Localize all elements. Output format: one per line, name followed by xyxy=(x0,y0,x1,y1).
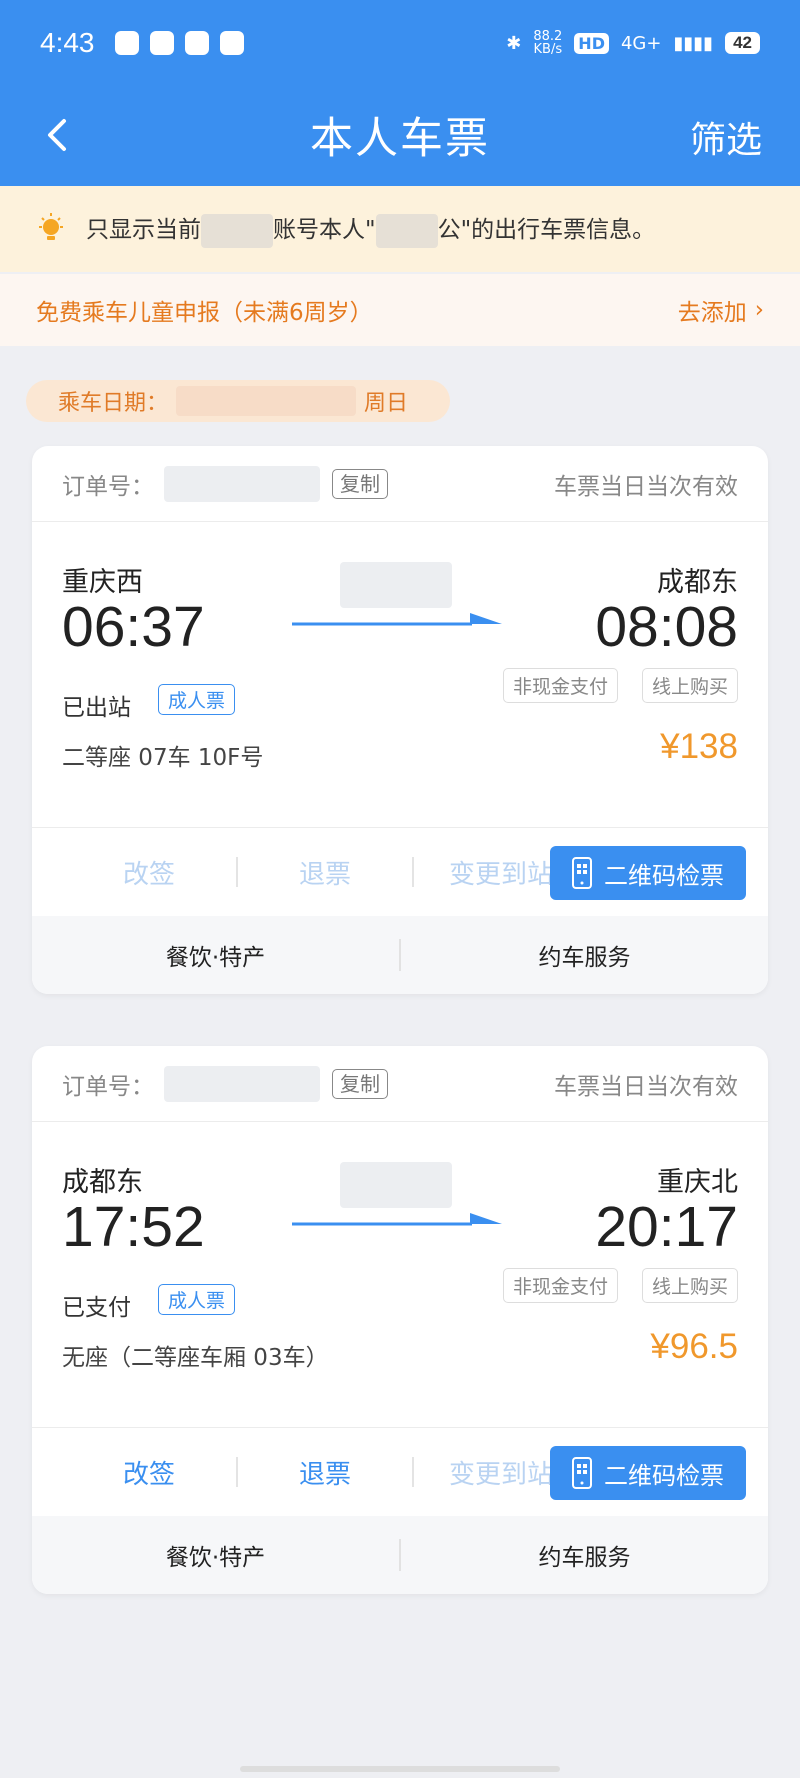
qr-check-in-button[interactable]: 二维码检票 xyxy=(550,1446,746,1500)
ticket-card: 订单号： 复制 车票当日当次有效 成都东 重庆北 17:52 20:17 已支付… xyxy=(32,1046,768,1594)
ticket-price: ¥138 xyxy=(660,727,738,766)
refund-button[interactable]: 退票 xyxy=(238,854,412,891)
status-right: ✱ 88.2 KB/s HD 4G+ ▮▮▮▮ 42 xyxy=(506,30,760,56)
ticket-type-badge: 成人票 xyxy=(158,1284,236,1315)
ticket-price: ¥96.5 xyxy=(650,1327,738,1366)
lightbulb-icon xyxy=(39,213,63,240)
service-bar: 餐饮·特产 约车服务 xyxy=(32,916,768,994)
food-specialty-link[interactable]: 餐饮·特产 xyxy=(32,938,399,972)
food-specialty-link[interactable]: 餐饮·特产 xyxy=(32,1538,399,1572)
qr-check-in-button[interactable]: 二维码检票 xyxy=(550,846,746,900)
purchase-channel-tag: 线上购买 xyxy=(641,1268,738,1303)
redacted-order-number xyxy=(164,465,320,502)
arrive-time: 08:08 xyxy=(595,595,738,659)
child-add-button[interactable]: 去添加 › xyxy=(678,293,764,327)
phone-icon xyxy=(572,1457,592,1489)
bluetooth-icon: ✱ xyxy=(506,32,522,54)
ticket-card: 订单号： 复制 车票当日当次有效 重庆西 成都东 06:37 08:08 已出站… xyxy=(32,446,768,994)
purchase-channel-tag: 线上购买 xyxy=(641,668,738,703)
arrow-right-icon xyxy=(292,613,502,626)
mail-icon xyxy=(184,31,209,55)
hd-icon: HD xyxy=(574,32,609,54)
ticket-status: 已出站 xyxy=(62,695,131,721)
service-bar: 餐饮·特产 约车服务 xyxy=(32,1516,768,1594)
ticket-status: 已支付 xyxy=(62,1295,131,1321)
order-label: 订单号： xyxy=(62,473,154,500)
redacted-train-number xyxy=(340,562,452,608)
ticket-route[interactable]: 成都东 重庆北 17:52 20:17 已支付 成人票 非现金支付 线上购买 无… xyxy=(32,1122,768,1428)
page-title: 本人车票 xyxy=(310,114,490,164)
change-ticket-button[interactable]: 改签 xyxy=(62,1454,236,1491)
notice-middle: 账号本人" xyxy=(273,217,376,244)
date-weekday: 周日 xyxy=(364,391,409,416)
seat-info: 无座（二等座车厢 03车） xyxy=(62,1345,329,1371)
home-indicator[interactable] xyxy=(240,1766,560,1772)
travel-date-pill: 乘车日期： 周日 xyxy=(26,380,450,422)
notice-prefix: 只显示当前 xyxy=(86,217,201,244)
order-label: 订单号： xyxy=(62,1073,154,1100)
redacted-order-number xyxy=(164,1065,320,1102)
redacted-date xyxy=(176,386,357,416)
car-service-link[interactable]: 约车服务 xyxy=(401,938,768,972)
app-notification-icon xyxy=(114,31,139,55)
battery-indicator: 42 xyxy=(725,32,760,54)
filter-button[interactable]: 筛选 xyxy=(690,111,762,163)
copy-button[interactable]: 复制 xyxy=(332,468,388,499)
qr-button-label: 二维码检票 xyxy=(604,1461,724,1490)
child-declaration-text: 免费乘车儿童申报（未满6周岁） xyxy=(36,300,373,326)
child-declaration-bar[interactable]: 免费乘车儿童申报（未满6周岁） 去添加 › xyxy=(0,274,800,346)
network-speed-unit: KB/s xyxy=(533,42,563,57)
app-notification-icon xyxy=(219,31,244,55)
payment-tag: 非现金支付 xyxy=(502,668,618,703)
phone-icon xyxy=(572,857,592,889)
car-service-link[interactable]: 约车服务 xyxy=(401,1538,768,1572)
ticket-actions: 改签 退票 变更到站 二维码检票 xyxy=(32,828,768,916)
signal-icon: ▮▮▮▮ xyxy=(673,32,714,54)
ticket-card-header: 订单号： 复制 车票当日当次有效 xyxy=(32,446,768,522)
notice-suffix: "的出行车票信息。 xyxy=(460,217,656,244)
notice-suffix-char: 公 xyxy=(437,217,461,244)
redacted-block xyxy=(201,213,273,248)
seat-info: 二等座 07车 10F号 xyxy=(62,745,264,771)
chevron-right-icon: › xyxy=(754,297,764,323)
valid-text: 车票当日当次有效 xyxy=(554,1073,738,1100)
ticket-type-badge: 成人票 xyxy=(158,684,236,715)
status-bar: 4:43 ✱ 88.2 KB/s HD 4G+ ▮▮▮▮ 42 xyxy=(0,0,800,86)
redacted-block xyxy=(375,213,438,248)
date-label: 乘车日期： xyxy=(58,391,169,416)
qr-button-label: 二维码检票 xyxy=(604,861,724,890)
payment-tag: 非现金支付 xyxy=(502,1268,618,1303)
arrive-time: 20:17 xyxy=(595,1195,738,1259)
nav-bar: 本人车票 筛选 xyxy=(0,95,800,175)
app-header: 4:43 ✱ 88.2 KB/s HD 4G+ ▮▮▮▮ 42 本人车票 筛选 xyxy=(0,0,800,186)
copy-button[interactable]: 复制 xyxy=(332,1068,388,1099)
depart-time: 06:37 xyxy=(62,595,205,659)
redacted-train-number xyxy=(340,1162,452,1208)
notice-banner: 只显示当前 账号本人" 公"的出行车票信息。 xyxy=(0,186,800,272)
app-notification-icon xyxy=(149,31,174,55)
child-add-label: 去添加 xyxy=(677,300,747,326)
chevron-left-icon[interactable] xyxy=(40,117,76,153)
ticket-actions: 改签 退票 变更到站 二维码检票 xyxy=(32,1428,768,1516)
change-ticket-button[interactable]: 改签 xyxy=(62,854,236,891)
notice-text: 只显示当前 账号本人" 公"的出行车票信息。 xyxy=(86,210,655,248)
depart-time: 17:52 xyxy=(62,1195,205,1259)
ticket-route[interactable]: 重庆西 成都东 06:37 08:08 已出站 成人票 非现金支付 线上购买 二… xyxy=(32,522,768,828)
valid-text: 车票当日当次有效 xyxy=(554,473,738,500)
ticket-card-header: 订单号： 复制 车票当日当次有效 xyxy=(32,1046,768,1122)
refund-button[interactable]: 退票 xyxy=(238,1454,412,1491)
network-speed: 88.2 KB/s xyxy=(533,30,562,56)
arrow-right-icon xyxy=(292,1213,502,1226)
signal-label: 4G+ xyxy=(620,32,662,54)
status-time: 4:43 xyxy=(40,27,95,58)
